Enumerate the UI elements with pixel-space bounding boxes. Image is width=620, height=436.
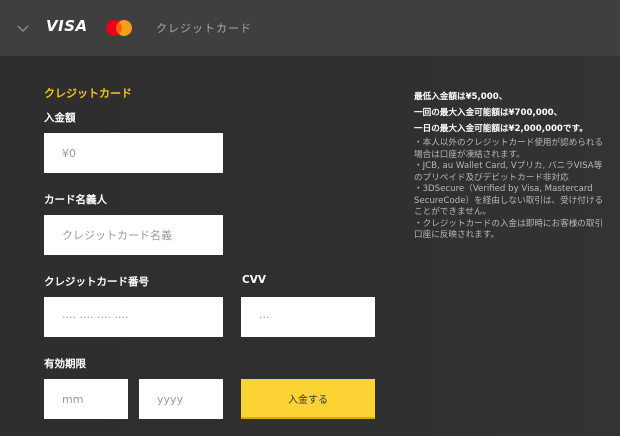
expiry-month-input[interactable] — [44, 379, 128, 419]
max-single-deposit-text: 一回の最大入金可能額は¥700,000、 — [414, 108, 563, 118]
amount-input[interactable] — [44, 133, 223, 173]
cvv-label: CVV — [242, 274, 266, 286]
note-item: ・クレジットカードの入金は即時にお客様の取引口座に反映されます。 — [414, 218, 604, 241]
mastercard-logo — [106, 20, 132, 36]
note-item: ・JCB, au Wallet Card, Vプリカ, バニラVISA等のプリペ… — [414, 161, 603, 183]
card-number-input[interactable] — [44, 297, 223, 337]
cvv-input[interactable] — [241, 297, 375, 337]
deposit-button[interactable]: 入金する — [241, 379, 375, 419]
credit-card-panel: クレジットカード 入金額 カード名義人 クレジットカード番号 CVV 有効期限 … — [0, 56, 620, 436]
payment-method-header[interactable]: VISA クレジットカード — [0, 0, 620, 56]
amount-label: 入金額 — [44, 112, 76, 124]
payment-method-label: クレジットカード — [156, 22, 252, 35]
expiry-year-input[interactable] — [139, 379, 223, 419]
note-item: ・本人以外のクレジットカード使用が認められる場合は口座が凍結されます。 — [414, 138, 604, 160]
max-daily-deposit-text: 一日の最大入金可能額は¥2,000,000です。 — [414, 124, 588, 134]
expiry-label: 有効期限 — [44, 358, 86, 370]
visa-logo: VISA — [46, 17, 88, 35]
deposit-info: 最低入金額は¥5,000、 一回の最大入金可能額は¥700,000、 一日の最大… — [414, 90, 610, 242]
min-deposit-text: 最低入金額は¥5,000、 — [414, 92, 508, 102]
note-item: ・3DSecure（Verified by Visa, Mastercard S… — [414, 184, 604, 217]
chevron-down-icon[interactable] — [16, 21, 30, 35]
card-holder-label: カード名義人 — [44, 194, 107, 206]
card-number-label: クレジットカード番号 — [44, 276, 149, 288]
section-title: クレジットカード — [44, 87, 132, 100]
card-holder-input[interactable] — [44, 215, 223, 255]
